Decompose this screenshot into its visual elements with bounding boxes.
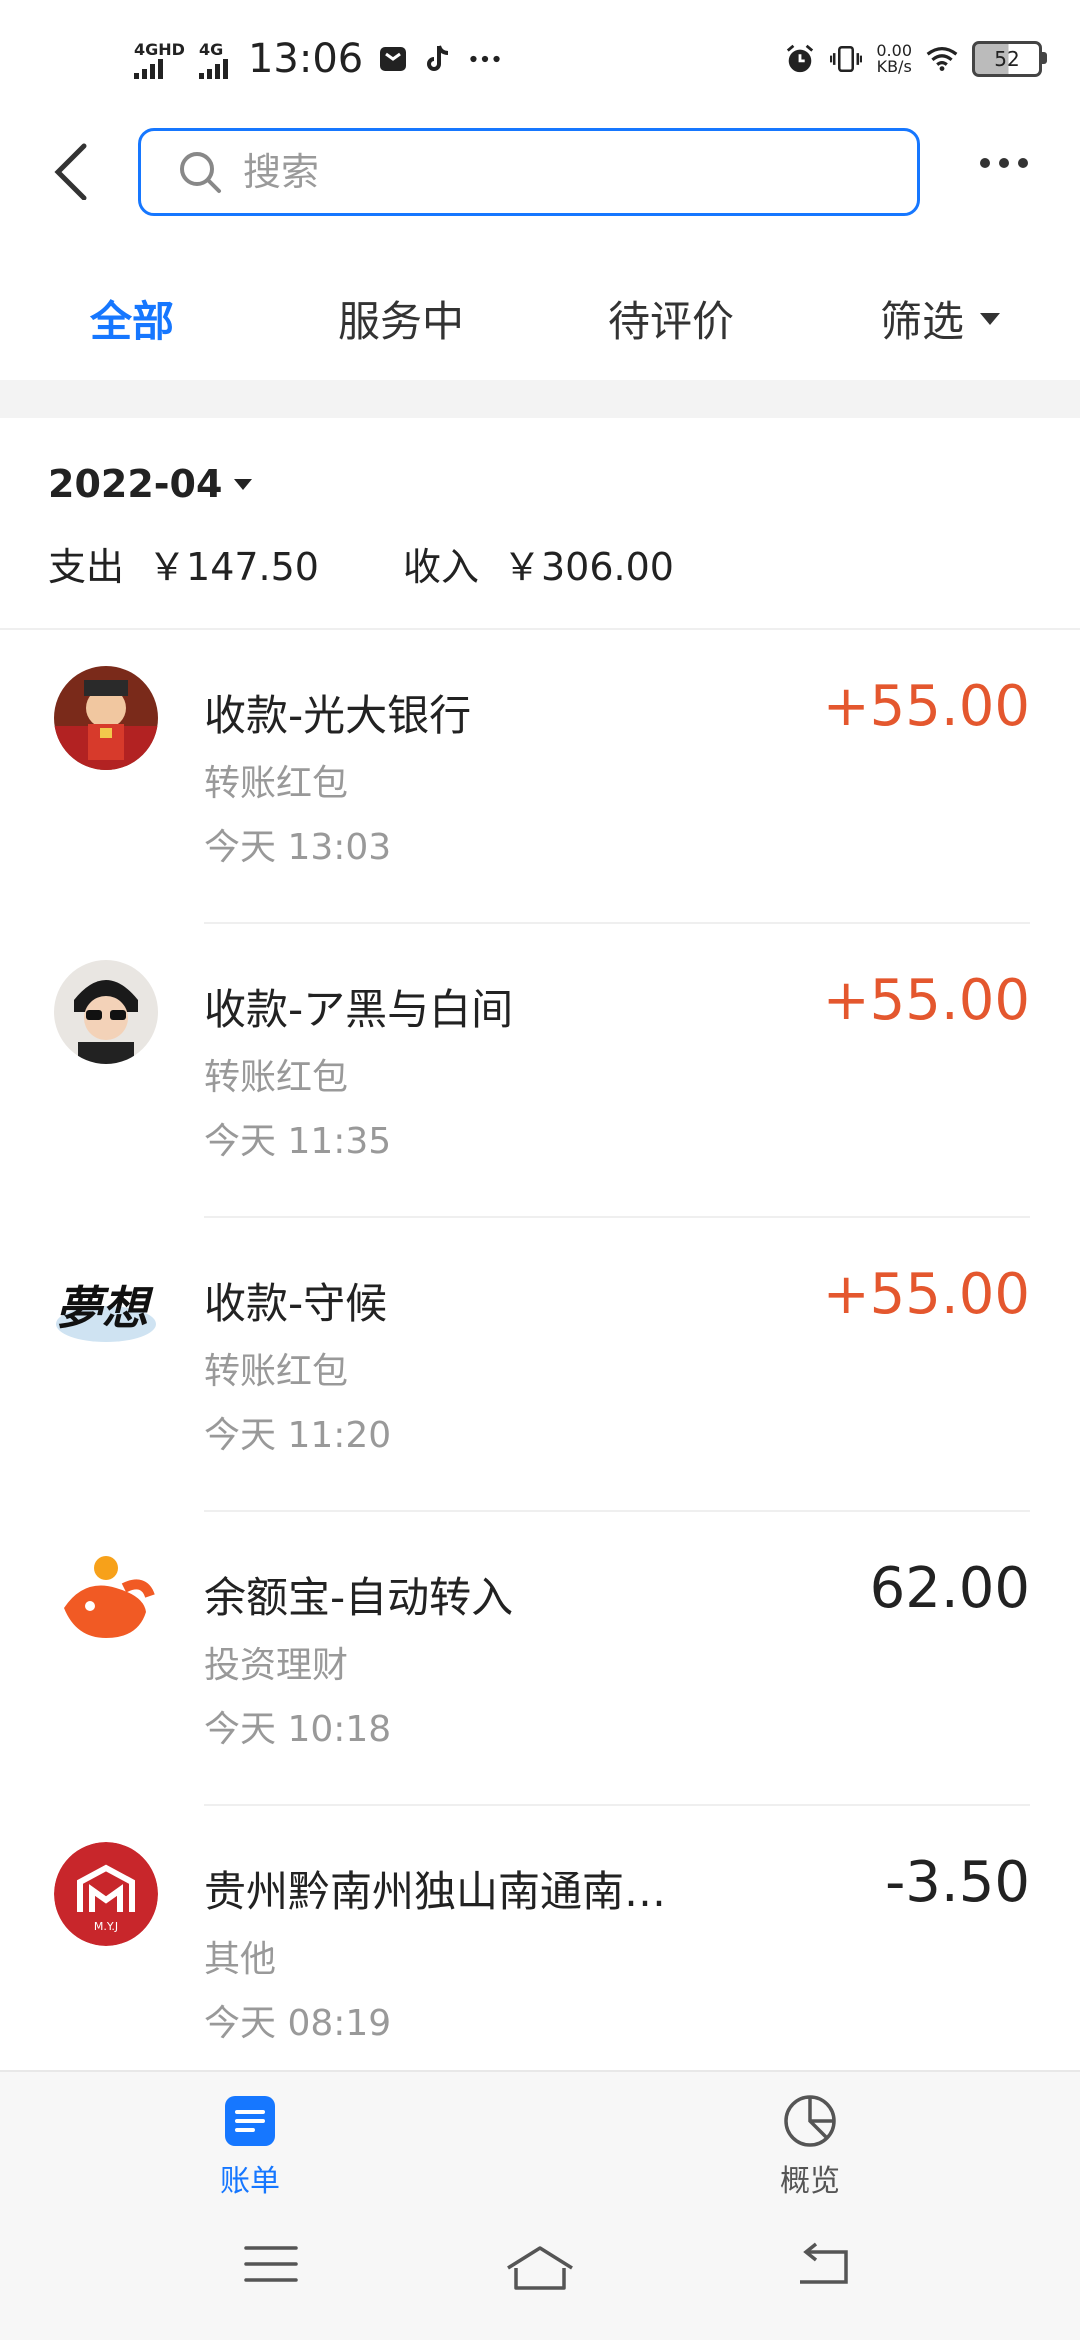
home-button[interactable]	[504, 2242, 576, 2296]
more-dot-icon	[980, 158, 990, 168]
transaction-amount: +55.00	[822, 1262, 1030, 1327]
tab-in-service[interactable]: 服务中	[338, 288, 464, 349]
tiktok-icon	[423, 43, 455, 75]
status-bar: 4GHD 4G 13:06 0.00 KB/s 52	[0, 0, 1080, 118]
signal-4ghd: 4GHD	[134, 40, 185, 79]
transaction-amount: +55.00	[822, 968, 1030, 1033]
transaction-time: 今天 11:20	[204, 1415, 392, 1456]
transaction-category: 转账红包	[204, 1057, 349, 1098]
transaction-row[interactable]: 收款-ア黑与白间 转账红包 今天 11:35 +55.00	[0, 924, 1080, 1218]
more-dot-icon	[999, 158, 1009, 168]
home-icon	[507, 2246, 573, 2290]
transaction-category: 转账红包	[204, 763, 349, 804]
filter-tabs: 全部 服务中 待评价 筛选	[0, 270, 1080, 360]
nav-overview[interactable]: 概览	[780, 2094, 840, 2200]
network-label-1: 4GHD	[134, 39, 185, 59]
transaction-amount: -3.50	[885, 1850, 1030, 1915]
transaction-time: 今天 13:03	[204, 827, 392, 868]
search-input[interactable]	[241, 149, 845, 195]
caret-down-icon	[980, 312, 1001, 325]
transaction-row[interactable]: M.Y.J 贵州黔南州独山南通南… 其他 今天 08:19 -3.50	[0, 1806, 1080, 2100]
transaction-row[interactable]: 余额宝-自动转入 投资理财 今天 10:18 62.00	[0, 1512, 1080, 1806]
bill-icon	[225, 2096, 275, 2146]
merchant-logo-icon: M.Y.J	[54, 1842, 158, 1946]
transaction-category: 其他	[204, 1939, 277, 1980]
network-speed-unit: KB/s	[876, 57, 912, 76]
status-left: 4GHD 4G 13:06	[134, 36, 501, 82]
transaction-time: 今天 11:35	[204, 1121, 392, 1162]
transaction-title: 贵州黔南州独山南通南…	[204, 1867, 667, 1916]
expense-value: ￥147.50	[148, 545, 319, 589]
alarm-icon	[784, 43, 816, 75]
battery-level: 52	[994, 47, 1020, 71]
transaction-amount: +55.00	[822, 674, 1030, 739]
status-time: 13:06	[247, 36, 364, 82]
transaction-time: 今天 08:19	[204, 2003, 392, 2044]
search-icon	[180, 152, 221, 193]
caret-down-icon	[234, 478, 253, 490]
pie-chart-icon	[784, 2095, 836, 2147]
avatar	[54, 960, 158, 1064]
back-system-button[interactable]	[794, 2242, 854, 2294]
tab-all[interactable]: 全部	[90, 288, 174, 349]
transaction-title: 收款-光大银行	[204, 691, 472, 740]
month-label: 2022-04	[48, 462, 223, 506]
section-separator	[0, 380, 1080, 418]
income-label: 收入	[402, 545, 479, 589]
transaction-time: 今天 10:18	[204, 1709, 392, 1750]
tab-to-review[interactable]: 待评价	[608, 288, 734, 349]
income-summary: 收入 ￥306.00	[403, 536, 674, 591]
avatar	[54, 666, 158, 770]
search-header	[0, 118, 1080, 228]
income-value: ￥306.00	[503, 545, 674, 589]
bottom-navigation: 账单 概览	[0, 2070, 1080, 2202]
transaction-title: 余额宝-自动转入	[204, 1573, 514, 1622]
network-label-2: 4G	[198, 39, 224, 59]
signal-4g: 4G	[198, 39, 228, 79]
signal-bars-icon	[134, 58, 163, 79]
expense-summary: 支出 ￥147.50	[48, 536, 319, 591]
search-field[interactable]	[138, 128, 920, 216]
filter-label: 筛选	[880, 297, 965, 346]
network-speed: 0.00 KB/s	[876, 43, 912, 75]
menu-icon	[244, 2246, 298, 2282]
transaction-category: 转账红包	[204, 1351, 349, 1392]
transaction-title: 收款-ア黑与白间	[204, 985, 514, 1034]
more-notifications-icon	[469, 43, 501, 75]
month-summary: 支出 ￥147.50 收入 ￥306.00	[48, 536, 674, 591]
wifi-icon	[926, 43, 958, 75]
transaction-row[interactable]: 夢想 收款-守候 转账红包 今天 11:20 +55.00	[0, 1218, 1080, 1512]
transaction-row[interactable]: 收款-光大银行 转账红包 今天 13:03 +55.00	[0, 630, 1080, 924]
back-button[interactable]	[46, 140, 106, 201]
avatar: 夢想	[54, 1254, 158, 1358]
nav-bill-label: 账单	[220, 2164, 280, 2199]
month-selector[interactable]: 2022-04	[48, 462, 253, 506]
avatar-calligraphy: 夢想	[56, 1281, 154, 1335]
expense-label: 支出	[48, 545, 125, 589]
signal-bars-icon	[198, 58, 228, 79]
message-icon	[377, 43, 409, 75]
chevron-left-icon	[54, 143, 87, 201]
menu-button[interactable]	[244, 2242, 298, 2290]
nav-bill[interactable]: 账单	[220, 2094, 280, 2200]
merchant-logo-text: M.Y.J	[94, 1920, 118, 1933]
transaction-title: 收款-守候	[204, 1279, 388, 1328]
battery-icon: 52	[972, 41, 1047, 77]
transaction-category: 投资理财	[204, 1645, 349, 1686]
vibrate-icon	[830, 43, 863, 75]
system-navigation-bar	[0, 2200, 1080, 2340]
more-dot-icon	[1018, 158, 1028, 168]
status-right: 0.00 KB/s 52	[784, 41, 1047, 77]
return-icon	[800, 2242, 848, 2284]
nav-overview-label: 概览	[780, 2164, 840, 2199]
yuebao-logo-icon	[54, 1548, 158, 1652]
more-options-button[interactable]	[980, 158, 1028, 168]
filter-button[interactable]: 筛选	[880, 288, 1001, 349]
transaction-amount: 62.00	[869, 1556, 1030, 1621]
